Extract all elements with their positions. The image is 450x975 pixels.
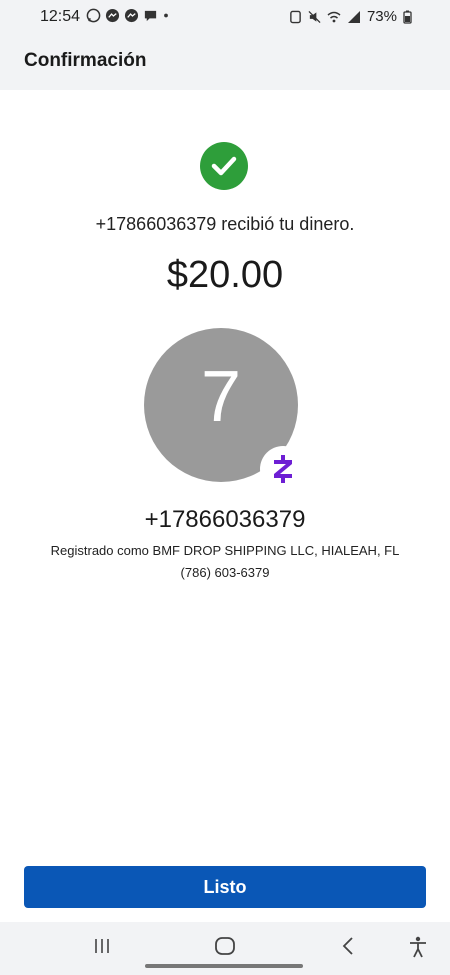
home-icon[interactable] xyxy=(214,936,236,956)
battery-icon xyxy=(403,10,412,24)
battery-percentage: 73% xyxy=(366,8,397,25)
zelle-icon xyxy=(260,446,306,492)
accessibility-icon[interactable] xyxy=(408,936,428,958)
notification-icons xyxy=(86,8,170,23)
status-time: 12:54 xyxy=(40,8,81,25)
nfc-icon xyxy=(290,10,301,23)
dot-icon xyxy=(164,13,168,18)
messenger-icon xyxy=(124,8,139,23)
wifi-icon xyxy=(327,11,341,22)
done-button[interactable]: Listo xyxy=(24,866,426,908)
check-circle-icon xyxy=(200,142,248,190)
received-message: +17866036379 recibió tu dinero. xyxy=(95,214,355,234)
app-header: Confirmación xyxy=(0,34,450,90)
chat-icon xyxy=(144,10,157,22)
signal-icon xyxy=(347,10,360,23)
recipient-phone: +17866036379 xyxy=(144,506,306,533)
amount-sent: $20.00 xyxy=(166,254,284,296)
avatar-letter: 7 xyxy=(200,357,242,437)
registered-contact-phone: (786) 603-6379 xyxy=(180,565,270,580)
system-icons: 73% xyxy=(289,8,412,25)
registered-business: Registrado como BMF DROP SHIPPING LLC, H… xyxy=(50,543,400,558)
whatsapp-icon xyxy=(86,8,101,23)
status-bar: 12:54 73% xyxy=(0,0,450,34)
messenger-icon xyxy=(105,8,120,23)
recents-icon[interactable] xyxy=(92,936,112,956)
back-icon[interactable] xyxy=(340,936,356,956)
gesture-handle xyxy=(145,964,303,968)
mute-icon xyxy=(308,10,321,23)
page-title: Confirmación xyxy=(24,50,147,71)
